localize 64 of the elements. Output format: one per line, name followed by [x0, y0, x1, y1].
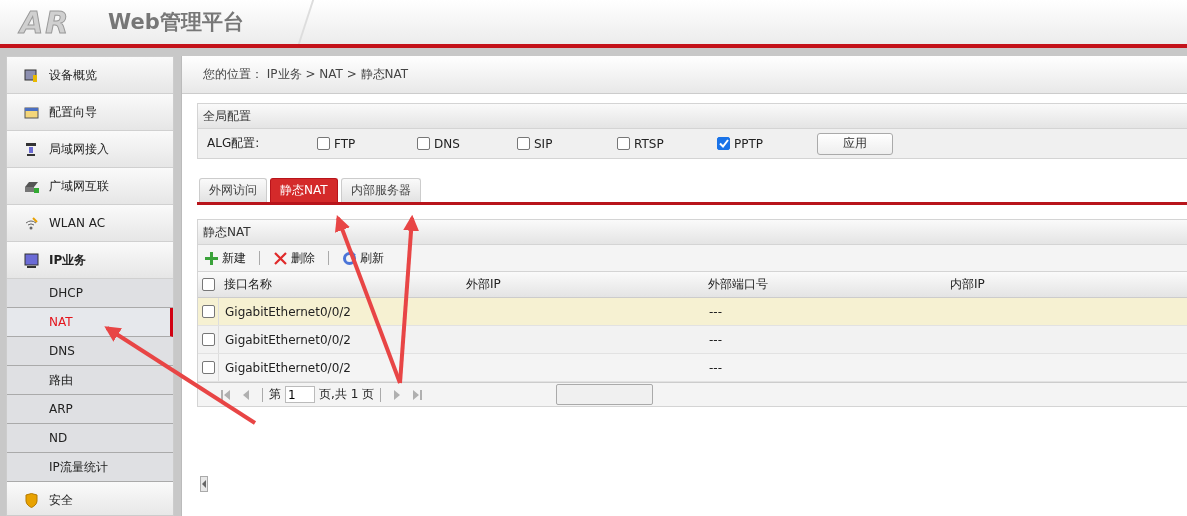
select-all-checkbox[interactable] — [201, 278, 215, 291]
tab[interactable]: 静态NAT — [270, 178, 338, 202]
plus-icon — [204, 250, 219, 266]
field-label: ALG配置: — [207, 135, 261, 152]
column-header: 内部IP — [949, 276, 986, 293]
sidebar-subitem[interactable]: ARP — [7, 395, 173, 424]
logo: AR — [20, 4, 72, 40]
checkbox[interactable] — [201, 361, 215, 374]
table-row[interactable]: GigabitEthernet0/0/2 --- — [198, 326, 1187, 354]
app-title: Web管理平台 — [108, 9, 244, 36]
checkbox[interactable] — [717, 137, 730, 150]
table-cell-text: GigabitEthernet0/0/2 — [224, 332, 352, 347]
checkbox[interactable] — [417, 137, 430, 150]
checkbox[interactable] — [317, 137, 330, 150]
toolbar-button[interactable]: 刷新 — [342, 249, 384, 267]
checkbox-label: PPTP — [734, 136, 764, 151]
table-row[interactable]: GigabitEthernet0/0/2 --- — [198, 298, 1187, 326]
shield-icon — [23, 491, 40, 509]
table-cell-text: --- — [708, 304, 723, 319]
first-page-icon[interactable] — [220, 388, 232, 401]
sidebar-subitem[interactable]: NAT — [7, 308, 173, 337]
checkbox-label: RTSP — [634, 136, 664, 151]
sidebar-item[interactable]: 配置向导 — [7, 94, 173, 131]
sidebar-item[interactable]: WLAN AC — [7, 205, 173, 242]
wifi-icon — [23, 214, 40, 232]
column-header: 接口名称 — [223, 276, 273, 293]
monitor-icon — [23, 251, 40, 269]
sidebar-item[interactable]: 广域网互联 — [7, 168, 173, 205]
table-row[interactable]: GigabitEthernet0/0/2 --- — [198, 354, 1187, 382]
checkbox[interactable] — [201, 333, 215, 346]
panel-title: 静态NAT — [198, 220, 1187, 245]
page-input[interactable]: 1 — [285, 386, 315, 403]
apply-button[interactable]: 应用 — [817, 132, 893, 155]
checkbox[interactable] — [201, 305, 215, 318]
sidebar-item[interactable]: 安全 — [7, 482, 173, 515]
toolbar-button[interactable]: 新建 — [204, 249, 246, 267]
toolbar-button[interactable]: 删除 — [273, 249, 315, 267]
checkbox[interactable] — [517, 137, 530, 150]
table-cell-text: GigabitEthernet0/0/2 — [224, 304, 352, 319]
sidebar-subitem[interactable]: ND — [7, 424, 173, 453]
table-cell-text: --- — [708, 360, 723, 375]
sidebar-subitem[interactable]: DNS — [7, 337, 173, 366]
pager-label: 第 — [269, 386, 281, 403]
column-header: 外部IP — [465, 276, 502, 293]
sidebar-subitem[interactable]: 路由 — [7, 366, 173, 395]
column-header: 外部端口号 — [707, 276, 769, 293]
checkbox-label: SIP — [534, 136, 553, 151]
close-icon — [273, 250, 288, 266]
sidebar-item[interactable]: IP业务 — [7, 242, 173, 279]
sidebar-subitem[interactable]: DHCP — [7, 279, 173, 308]
checkbox[interactable] — [617, 137, 630, 150]
pager-label: 页,共 1 页 — [319, 386, 375, 403]
tab[interactable]: 内部服务器 — [340, 178, 421, 202]
sidebar-item[interactable]: 设备概览 — [7, 57, 173, 94]
sidebar-subitem[interactable]: IP流量统计 — [7, 453, 173, 482]
table-cell-text: GigabitEthernet0/0/2 — [224, 360, 352, 375]
tab[interactable]: 外网访问 — [199, 178, 267, 202]
server-icon — [23, 66, 40, 84]
sidebar-item[interactable]: 局域网接入 — [7, 131, 173, 168]
table-cell-text: --- — [708, 332, 723, 347]
checkbox-label: FTP — [334, 136, 356, 151]
refresh-icon — [342, 250, 357, 266]
checkbox-label: DNS — [434, 136, 460, 151]
panel-title: 全局配置 — [198, 104, 1187, 129]
